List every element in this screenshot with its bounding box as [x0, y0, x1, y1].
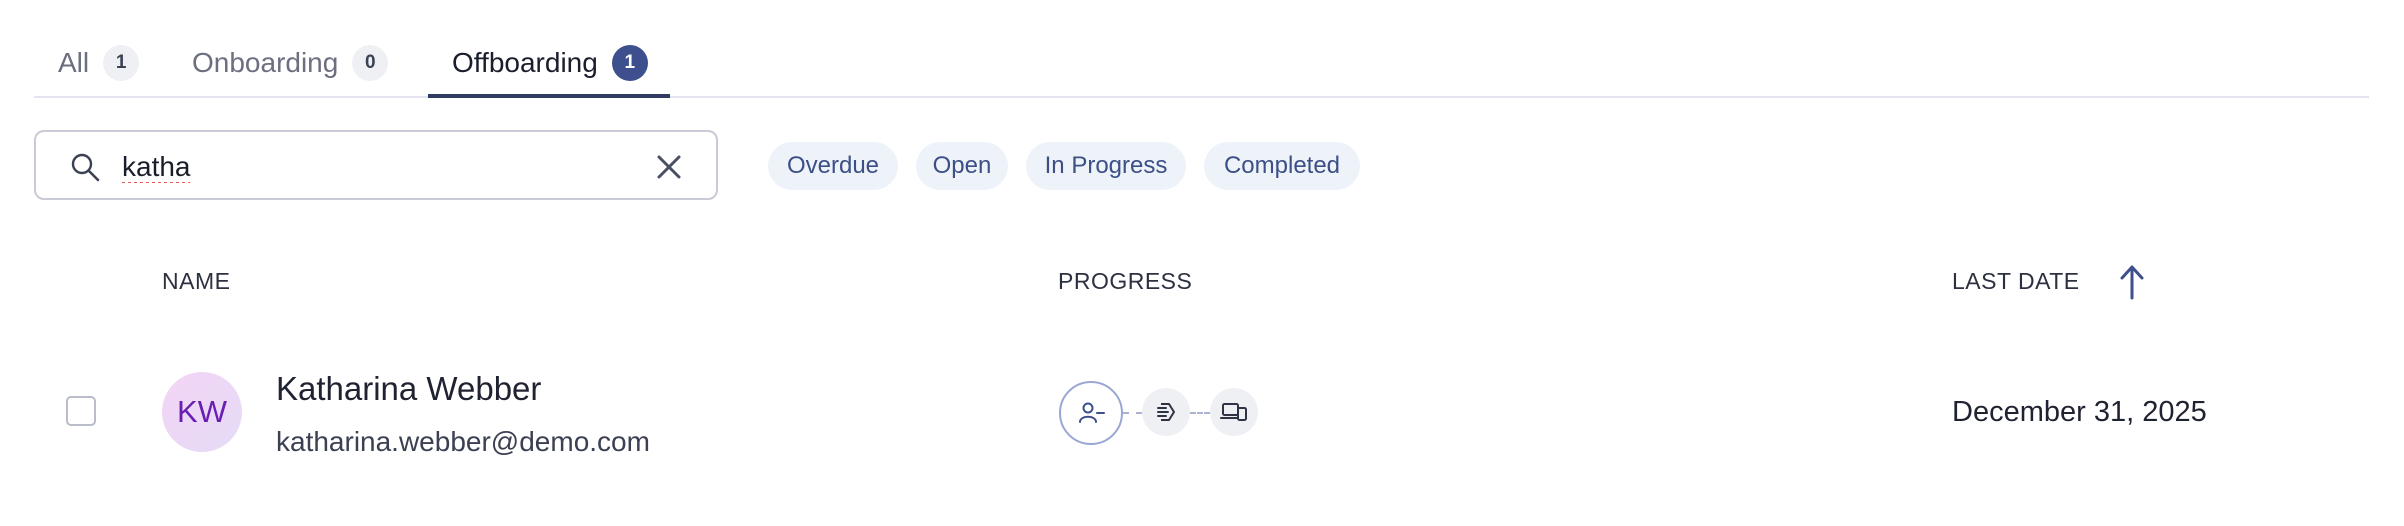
- devices-icon: [1220, 403, 1247, 421]
- tab-count-badge: 1: [103, 45, 140, 81]
- close-icon[interactable]: [654, 152, 684, 182]
- search-box: [34, 130, 718, 200]
- employee-name[interactable]: Katharina Webber: [276, 370, 541, 408]
- user-minus-icon: [1079, 402, 1105, 423]
- progress-step[interactable]: [1210, 388, 1258, 436]
- arrow-up-icon[interactable]: [2114, 262, 2150, 302]
- employee-email: katharina.webber@demo.com: [276, 426, 650, 457]
- last-date-value: December 31, 2025: [1952, 396, 2207, 428]
- column-header-progress: PROGRESS: [1058, 268, 1193, 294]
- tab-count-badge: 0: [352, 45, 389, 81]
- access-icon: [1157, 403, 1175, 421]
- tab-all[interactable]: All 1: [58, 30, 140, 96]
- row-checkbox[interactable]: [66, 396, 96, 426]
- progress-connector: [1190, 412, 1210, 414]
- filter-chip-overdue[interactable]: Overdue: [768, 142, 898, 190]
- progress-step-current[interactable]: [1059, 381, 1123, 445]
- column-header-name: NAME: [162, 268, 231, 294]
- search-input[interactable]: [120, 144, 644, 190]
- progress-connector: [1123, 412, 1142, 414]
- filter-chip-completed[interactable]: Completed: [1204, 142, 1360, 190]
- tab-label: Offboarding: [452, 47, 598, 78]
- tab-bar: All 1 Onboarding 0 Offboarding 1: [34, 30, 2369, 98]
- tab-label: All: [58, 47, 90, 78]
- avatar: KW: [162, 372, 242, 452]
- progress-step[interactable]: [1142, 388, 1190, 436]
- tab-label: Onboarding: [192, 47, 339, 78]
- avatar-initials: KW: [177, 394, 227, 429]
- filter-chip-open[interactable]: Open: [916, 142, 1008, 190]
- tab-onboarding[interactable]: Onboarding 0: [192, 30, 389, 96]
- filter-chip-in-progress[interactable]: In Progress: [1026, 142, 1186, 190]
- tab-offboarding[interactable]: Offboarding 1: [428, 30, 670, 98]
- tab-count-badge: 1: [611, 45, 648, 81]
- column-header-last-date[interactable]: LAST DATE: [1952, 268, 2080, 295]
- search-icon: [71, 153, 100, 182]
